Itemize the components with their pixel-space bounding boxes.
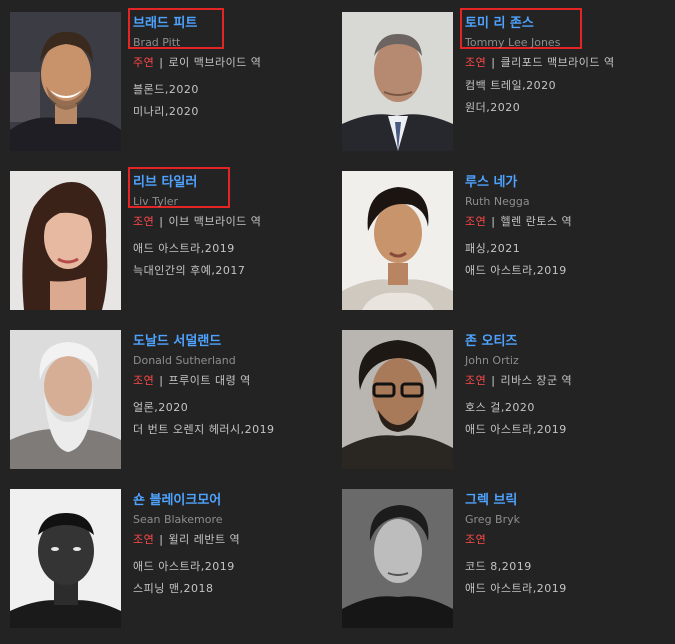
work-item[interactable]: 패싱,2021 bbox=[465, 238, 665, 260]
work-item[interactable]: 애드 아스트라,2019 bbox=[465, 578, 665, 600]
actor-photo[interactable] bbox=[10, 330, 121, 469]
work-item[interactable]: 애드 아스트라,2019 bbox=[133, 238, 333, 260]
work-item[interactable]: 미나리,2020 bbox=[133, 101, 333, 123]
photo-placeholder-icon bbox=[10, 12, 121, 151]
cast-card[interactable]: 그렉 브릭 Greg Bryk 조연 코드 8,2019 애드 아스트라,201… bbox=[342, 489, 662, 634]
work-item[interactable]: 호스 걸,2020 bbox=[465, 397, 665, 419]
actor-photo[interactable] bbox=[342, 171, 453, 310]
role-name: 헬렌 란토스 역 bbox=[500, 215, 573, 228]
role-name: 로이 맥브라이드 역 bbox=[168, 56, 262, 69]
actor-name-english: Tommy Lee Jones bbox=[465, 36, 561, 49]
filmography: 패싱,2021 애드 아스트라,2019 bbox=[465, 238, 665, 282]
photo-placeholder-icon bbox=[342, 12, 453, 151]
photo-placeholder-icon bbox=[10, 489, 121, 628]
cast-card[interactable]: 토미 리 존스 Tommy Lee Jones 조연 | 클리포드 맥브라이드 역 … bbox=[342, 8, 665, 157]
role-line: 조연 | 클리포드 맥브라이드 역 bbox=[465, 55, 635, 71]
photo-placeholder-icon bbox=[10, 171, 121, 310]
filmography: 얼론,2020 더 번트 오렌지 헤러시,2019 bbox=[133, 397, 333, 441]
actor-name-english: Liv Tyler bbox=[133, 195, 179, 208]
role-type: 조연 bbox=[133, 374, 155, 387]
work-item[interactable]: 더 번트 오렌지 헤러시,2019 bbox=[133, 419, 333, 441]
actor-photo[interactable] bbox=[10, 489, 121, 628]
photo-placeholder-icon bbox=[342, 489, 453, 628]
role-type: 조연 bbox=[133, 533, 155, 546]
separator: | bbox=[159, 56, 164, 69]
role-name: 프루이트 대령 역 bbox=[168, 374, 251, 387]
role-line: 주연 | 로이 맥브라이드 역 bbox=[133, 55, 333, 71]
role-line: 조연 | 프루이트 대령 역 bbox=[133, 373, 333, 389]
work-item[interactable]: 코드 8,2019 bbox=[465, 556, 665, 578]
actor-name-english: John Ortiz bbox=[465, 354, 519, 367]
actor-name[interactable]: 존 오티즈 bbox=[465, 332, 519, 352]
separator: | bbox=[491, 374, 496, 387]
actor-name-english: Sean Blakemore bbox=[133, 513, 223, 526]
actor-name[interactable]: 도날드 서덜랜드 bbox=[133, 332, 223, 352]
actor-photo[interactable] bbox=[342, 489, 453, 628]
role-line: 조연 | 헬렌 란토스 역 bbox=[465, 214, 665, 230]
cast-card[interactable]: 루스 네가 Ruth Negga 조연 | 헬렌 란토스 역 패싱,2021 애드 … bbox=[342, 171, 662, 316]
actor-photo[interactable] bbox=[342, 330, 453, 469]
filmography: 애드 아스트라,2019 늑대인간의 후예,2017 bbox=[133, 238, 333, 282]
separator: | bbox=[159, 215, 164, 228]
actor-name-english: Brad Pitt bbox=[133, 36, 181, 49]
role-type: 조연 bbox=[465, 374, 487, 387]
work-item[interactable]: 애드 아스트라,2019 bbox=[133, 556, 333, 578]
work-item[interactable]: 스피닝 맨,2018 bbox=[133, 578, 333, 600]
role-line: 조연 | 이브 맥브라이드 역 bbox=[133, 214, 333, 230]
role-line: 조연 | 윌리 레반트 역 bbox=[133, 532, 333, 548]
role-name: 리바스 장군 역 bbox=[500, 374, 573, 387]
role-type: 조연 bbox=[465, 215, 487, 228]
work-item[interactable]: 블론드,2020 bbox=[133, 79, 333, 101]
cast-card[interactable]: 리브 타일러 Liv Tyler 조연 | 이브 맥브라이드 역 애드 아스트라,2… bbox=[10, 167, 333, 316]
filmography: 블론드,2020 미나리,2020 bbox=[133, 79, 333, 123]
work-item[interactable]: 늑대인간의 후예,2017 bbox=[133, 260, 333, 282]
actor-photo[interactable] bbox=[342, 12, 453, 151]
actor-name[interactable]: 토미 리 존스 bbox=[465, 14, 536, 34]
cast-card[interactable]: 숀 블레이크모어 Sean Blakemore 조연 | 윌리 레반트 역 애드 아… bbox=[10, 489, 330, 634]
role-type: 주연 bbox=[133, 56, 155, 69]
actor-photo[interactable] bbox=[10, 171, 121, 310]
actor-photo[interactable] bbox=[10, 12, 121, 151]
work-item[interactable]: 애드 아스트라,2019 bbox=[465, 260, 665, 282]
photo-placeholder-icon bbox=[342, 330, 453, 469]
actor-name[interactable]: 브래드 피트 bbox=[133, 14, 199, 34]
photo-placeholder-icon bbox=[342, 171, 453, 310]
filmography: 호스 걸,2020 애드 아스트라,2019 bbox=[465, 397, 665, 441]
photo-placeholder-icon bbox=[10, 330, 121, 469]
separator: | bbox=[159, 533, 164, 546]
actor-name-english: Donald Sutherland bbox=[133, 354, 236, 367]
separator: | bbox=[491, 56, 496, 69]
separator: | bbox=[159, 374, 164, 387]
cast-card[interactable]: 도날드 서덜랜드 Donald Sutherland 조연 | 프루이트 대령 역 … bbox=[10, 330, 330, 475]
role-line: 조연 | 리바스 장군 역 bbox=[465, 373, 665, 389]
role-name: 클리포드 맥브라이드 역 bbox=[500, 56, 615, 69]
actor-name-english: Ruth Negga bbox=[465, 195, 530, 208]
actor-name[interactable]: 루스 네가 bbox=[465, 173, 519, 193]
role-name: 윌리 레반트 역 bbox=[168, 533, 241, 546]
role-type: 조연 bbox=[465, 533, 487, 546]
filmography: 컴백 트레일,2020 원더,2020 bbox=[465, 75, 665, 119]
cast-card[interactable]: 브래드 피트 Brad Pitt 주연 | 로이 맥브라이드 역 블론드,2020 … bbox=[10, 8, 333, 157]
role-name: 이브 맥브라이드 역 bbox=[168, 215, 262, 228]
actor-name-english: Greg Bryk bbox=[465, 513, 520, 526]
work-item[interactable]: 원더,2020 bbox=[465, 97, 665, 119]
actor-name[interactable]: 숀 블레이크모어 bbox=[133, 491, 223, 511]
filmography: 코드 8,2019 애드 아스트라,2019 bbox=[465, 556, 665, 600]
actor-name[interactable]: 리브 타일러 bbox=[133, 173, 199, 193]
actor-name[interactable]: 그렉 브릭 bbox=[465, 491, 519, 511]
work-item[interactable]: 얼론,2020 bbox=[133, 397, 333, 419]
role-line: 조연 bbox=[465, 532, 665, 548]
role-type: 조연 bbox=[465, 56, 487, 69]
role-type: 조연 bbox=[133, 215, 155, 228]
filmography: 애드 아스트라,2019 스피닝 맨,2018 bbox=[133, 556, 333, 600]
cast-card[interactable]: 존 오티즈 John Ortiz 조연 | 리바스 장군 역 호스 걸,2020 애… bbox=[342, 330, 662, 475]
work-item[interactable]: 애드 아스트라,2019 bbox=[465, 419, 665, 441]
work-item[interactable]: 컴백 트레일,2020 bbox=[465, 75, 665, 97]
separator: | bbox=[491, 215, 496, 228]
